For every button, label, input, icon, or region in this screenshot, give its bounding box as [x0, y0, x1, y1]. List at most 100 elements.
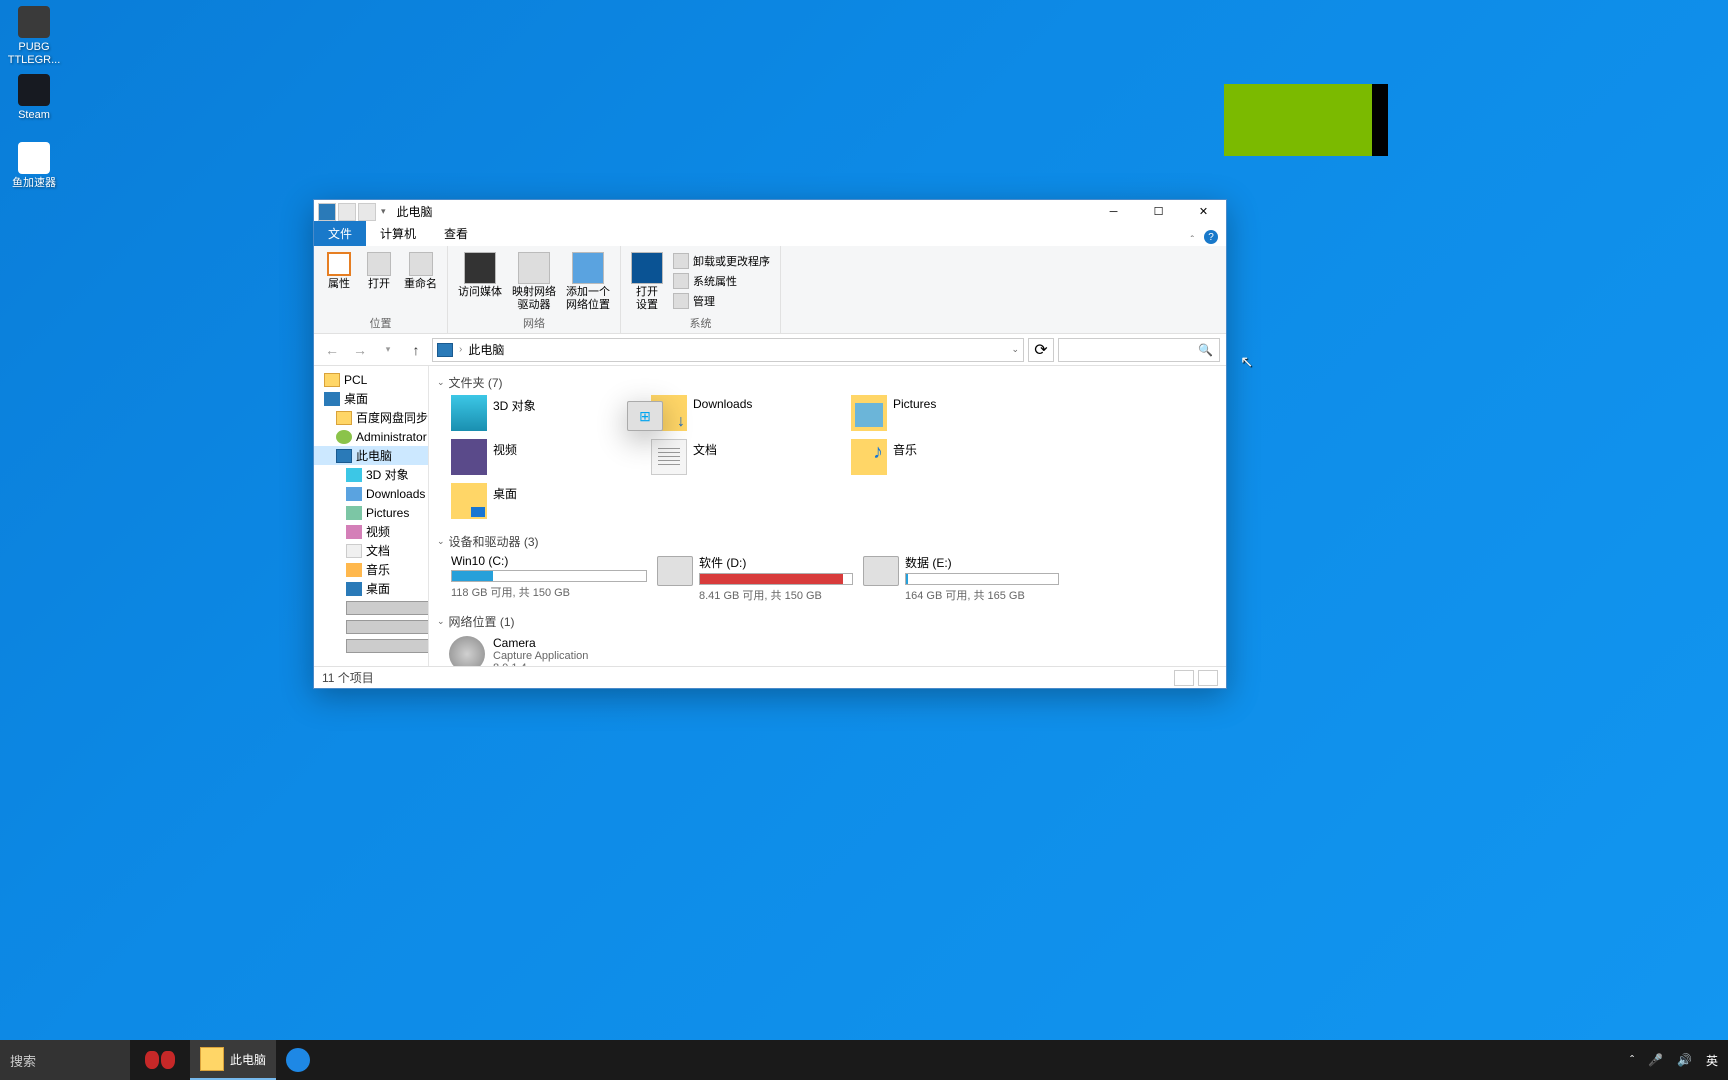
- tree-label: 3D 对象: [366, 466, 409, 483]
- folder-label: Downloads: [693, 395, 752, 411]
- drive-name: 软件 (D:): [699, 554, 853, 571]
- add-netloc-button[interactable]: 添加一个 网络位置: [562, 250, 614, 313]
- lantern-icon[interactable]: [130, 1040, 190, 1080]
- tree-node[interactable]: 此电脑: [314, 446, 428, 465]
- tray-ime[interactable]: 英: [1706, 1052, 1718, 1069]
- taskbar-app[interactable]: [276, 1040, 334, 1080]
- tree-node[interactable]: 软件 (D:): [314, 617, 428, 636]
- tray-volume-icon[interactable]: 🔊: [1677, 1053, 1692, 1067]
- tray-chevron-icon[interactable]: ˆ: [1630, 1053, 1634, 1067]
- drive-item[interactable]: 数据 (E:) 164 GB 可用, 共 165 GB: [861, 552, 1061, 605]
- maximize-button[interactable]: ☐: [1136, 200, 1181, 223]
- folder-label: 文档: [693, 439, 717, 458]
- qat-button[interactable]: [358, 203, 376, 221]
- ribbon-tabs: 文件 计算机 查看 ˆ ?: [314, 223, 1226, 246]
- tab-view[interactable]: 查看: [430, 221, 482, 246]
- tree-label: Administrator: [356, 430, 427, 444]
- open-settings-button[interactable]: 打开 设置: [627, 250, 667, 313]
- folder-item[interactable]: 音乐: [849, 437, 1049, 481]
- back-button[interactable]: ←: [320, 338, 344, 362]
- open-button[interactable]: 打开: [360, 250, 398, 313]
- drive-free: 8.41 GB 可用, 共 150 GB: [699, 587, 853, 603]
- folder-label: Pictures: [893, 395, 936, 411]
- properties-button[interactable]: 属性: [320, 250, 358, 313]
- taskbar-explorer[interactable]: 此电脑: [190, 1040, 276, 1080]
- tree-node[interactable]: PCL: [314, 370, 428, 389]
- collapse-ribbon-icon[interactable]: ˆ: [1185, 235, 1200, 246]
- qat-dropdown-icon[interactable]: ▾: [378, 206, 389, 217]
- folder-icon: [336, 411, 352, 425]
- manage-button[interactable]: 管理: [669, 292, 774, 310]
- tree-node[interactable]: 文档: [314, 541, 428, 560]
- rename-button[interactable]: 重命名: [400, 250, 441, 313]
- view-details-button[interactable]: [1174, 670, 1194, 686]
- desktop-icon[interactable]: Steam: [4, 74, 64, 122]
- section-drives-header[interactable]: ⌄设备和驱动器 (3): [437, 531, 1218, 552]
- drive-item[interactable]: Win10 (C:) 118 GB 可用, 共 150 GB: [449, 552, 649, 605]
- obj3d-icon: [451, 395, 487, 431]
- folder-item[interactable]: 桌面: [449, 481, 649, 525]
- drive-bar: [905, 573, 1059, 585]
- minimize-button[interactable]: ─: [1091, 200, 1136, 223]
- tree-node[interactable]: Pictures: [314, 503, 428, 522]
- addr-text[interactable]: 此电脑: [468, 341, 504, 358]
- taskbar: 搜索 此电脑 ˆ 🎤 🔊 英: [0, 1040, 1728, 1080]
- folder-item[interactable]: 视频: [449, 437, 649, 481]
- address-bar[interactable]: › 此电脑 ⌄: [432, 338, 1024, 362]
- section-netloc-header[interactable]: ⌄网络位置 (1): [437, 611, 1218, 632]
- drive-item[interactable]: 软件 (D:) 8.41 GB 可用, 共 150 GB: [655, 552, 855, 605]
- tree-node[interactable]: 数据 (E:): [314, 636, 428, 655]
- tree-node[interactable]: Win10 (C:): [314, 598, 428, 617]
- drive-icon: [627, 401, 663, 431]
- obj3d-icon: [346, 468, 362, 482]
- doc-icon: [651, 439, 687, 475]
- refresh-button[interactable]: ⟳: [1028, 338, 1054, 362]
- titlebar[interactable]: ▾ 此电脑 ─ ☐ ✕: [314, 200, 1226, 223]
- search-input[interactable]: 🔍: [1058, 338, 1220, 362]
- dl-icon: [346, 487, 362, 501]
- sysprops-button[interactable]: 系统属性: [669, 272, 774, 290]
- tab-computer[interactable]: 计算机: [366, 221, 430, 246]
- up-button[interactable]: ↑: [404, 338, 428, 362]
- tray-mic-icon[interactable]: 🎤: [1648, 1053, 1663, 1067]
- tree-node[interactable]: 视频: [314, 522, 428, 541]
- view-icons-button[interactable]: [1198, 670, 1218, 686]
- netloc-item[interactable]: Camera Capture Application 8.0.1.4: [437, 632, 1218, 666]
- tree-node[interactable]: 桌面: [314, 389, 428, 408]
- vid-icon: [346, 525, 362, 539]
- music-icon: [346, 563, 362, 577]
- taskbar-search[interactable]: 搜索: [0, 1040, 130, 1080]
- section-folders-header[interactable]: ⌄文件夹 (7): [437, 372, 1218, 393]
- close-button[interactable]: ✕: [1181, 200, 1226, 223]
- navbar: ← → ▾ ↑ › 此电脑 ⌄ ⟳ 🔍: [314, 334, 1226, 366]
- addr-dropdown-icon[interactable]: ⌄: [1011, 344, 1019, 355]
- help-icon[interactable]: ?: [1204, 230, 1218, 244]
- qat-button[interactable]: [338, 203, 356, 221]
- folder-item[interactable]: 3D 对象: [449, 393, 649, 437]
- drive-icon: [657, 556, 693, 586]
- tree-node[interactable]: Downloads: [314, 484, 428, 503]
- access-media-button[interactable]: 访问媒体: [454, 250, 506, 313]
- folder-item[interactable]: 文档: [649, 437, 849, 481]
- tree-node[interactable]: 桌面: [314, 579, 428, 598]
- tree-label: 百度网盘同步空: [356, 409, 429, 426]
- tree-node[interactable]: Administrator: [314, 427, 428, 446]
- desktop-icon-label: Steam: [4, 109, 64, 122]
- tab-file[interactable]: 文件: [314, 221, 366, 246]
- forward-button[interactable]: →: [348, 338, 372, 362]
- systray: ˆ 🎤 🔊 英: [1620, 1040, 1728, 1080]
- map-drive-button[interactable]: 映射网络 驱动器: [508, 250, 560, 313]
- desktop-icon[interactable]: 鱼加速器: [4, 142, 64, 190]
- folder-item[interactable]: Pictures: [849, 393, 1049, 437]
- tree-node[interactable]: 百度网盘同步空: [314, 408, 428, 427]
- tree-node[interactable]: 音乐: [314, 560, 428, 579]
- uninstall-button[interactable]: 卸载或更改程序: [669, 252, 774, 270]
- group-label-system: 系统: [627, 313, 774, 333]
- recent-dropdown[interactable]: ▾: [376, 338, 400, 362]
- desktop-icon[interactable]: PUBG TTLEGR...: [4, 6, 64, 67]
- content-pane[interactable]: ⌄文件夹 (7) 3D 对象 Downloads Pictures 视频 文档 …: [429, 366, 1226, 666]
- ribbon: 属性 打开 重命名 位置 访问媒体 映射网络 驱动器 添加一个 网络位置 网络 …: [314, 246, 1226, 334]
- tree-node[interactable]: 3D 对象: [314, 465, 428, 484]
- app-icon: [286, 1048, 310, 1072]
- folder-item[interactable]: Downloads: [649, 393, 849, 437]
